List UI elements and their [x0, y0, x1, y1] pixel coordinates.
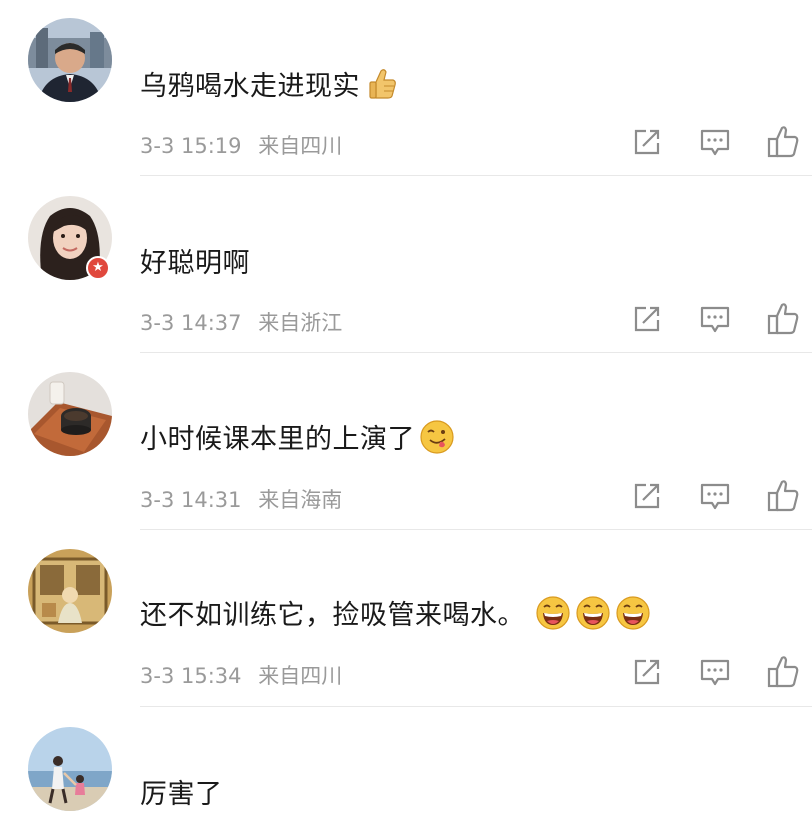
comment-text: 乌鸦喝水走进现实 — [140, 64, 400, 103]
comment-time: 15:34 — [181, 664, 242, 688]
share-icon[interactable] — [630, 302, 664, 336]
laughing-face-icon — [536, 595, 570, 630]
comment-time: 14:31 — [181, 488, 242, 512]
divider — [140, 175, 812, 176]
like-icon[interactable] — [766, 655, 800, 689]
comment-actions — [630, 479, 800, 513]
comment-meta: 3-3 15:34 来自四川 — [140, 660, 342, 690]
comment-date: 3-3 — [140, 664, 175, 688]
verified-badge-icon: ★ — [86, 256, 110, 280]
tongue-face-icon — [420, 419, 454, 454]
comment-source: 来自四川 — [258, 134, 343, 158]
divider — [140, 529, 812, 530]
comment-meta: 3-3 14:31 来自海南 — [140, 484, 342, 514]
comment-meta: 3-3 14:37 来自浙江 — [140, 307, 342, 337]
avatar[interactable] — [28, 18, 112, 102]
comment-text: 还不如训练它，捡吸管来喝水。 — [140, 593, 651, 632]
comment-text: 好聪明啊 — [140, 241, 250, 280]
comment-actions — [630, 655, 800, 689]
share-icon[interactable] — [630, 479, 664, 513]
comment-text: 小时候课本里的上演了 — [140, 417, 455, 456]
comment-content: 还不如训练它，捡吸管来喝水。 — [140, 600, 525, 631]
comment-source: 来自浙江 — [258, 311, 343, 335]
comment-icon[interactable] — [698, 125, 732, 159]
laughing-face-icon — [576, 595, 610, 630]
comment-actions — [630, 125, 800, 159]
comment-source: 来自四川 — [258, 664, 343, 688]
comment-icon[interactable] — [698, 479, 732, 513]
comment-date: 3-3 — [140, 488, 175, 512]
like-icon[interactable] — [766, 479, 800, 513]
divider — [140, 706, 812, 707]
thumbs-up-icon — [369, 68, 396, 99]
comment-time: 15:19 — [181, 134, 242, 158]
comment-icon[interactable] — [698, 655, 732, 689]
avatar[interactable] — [28, 549, 112, 633]
comment-content: 厉害了 — [140, 779, 223, 810]
comment-content: 乌鸦喝水走进现实 — [140, 71, 360, 102]
comment-date: 3-3 — [140, 134, 175, 158]
avatar[interactable] — [28, 727, 112, 811]
comment-time: 14:37 — [181, 311, 242, 335]
comment-text: 厉害了 — [140, 772, 223, 811]
avatar[interactable] — [28, 372, 112, 456]
comment-actions — [630, 302, 800, 336]
comment-date: 3-3 — [140, 311, 175, 335]
comment-meta: 3-3 15:19 来自四川 — [140, 130, 342, 160]
laughing-face-icon — [616, 595, 650, 630]
comment-icon[interactable] — [698, 302, 732, 336]
like-icon[interactable] — [766, 125, 800, 159]
divider — [140, 352, 812, 353]
comment-content: 小时候课本里的上演了 — [140, 424, 415, 455]
comment-source: 来自海南 — [258, 488, 343, 512]
share-icon[interactable] — [630, 655, 664, 689]
like-icon[interactable] — [766, 302, 800, 336]
comment-content: 好聪明啊 — [140, 248, 250, 279]
share-icon[interactable] — [630, 125, 664, 159]
